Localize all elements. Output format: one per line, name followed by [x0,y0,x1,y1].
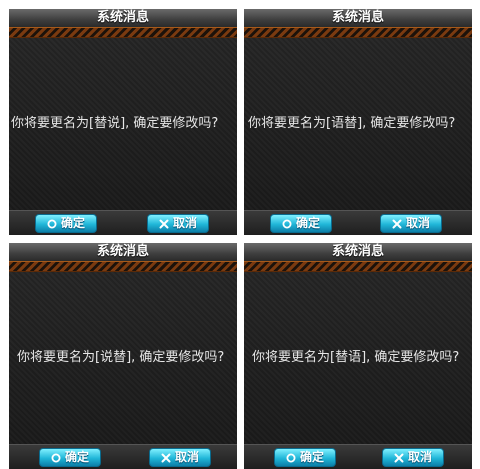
cross-icon [394,453,404,463]
dialog-body: 你将要更名为[替语], 确定要修改吗? [244,272,472,448]
cross-icon [159,219,169,229]
rename-message: 你将要更名为[说替], 确定要修改吗? [17,350,225,365]
circle-icon [286,453,296,463]
dialog-footer: 确定 取消 [244,210,472,235]
circle-icon [51,453,61,463]
cancel-label: 取消 [174,450,199,464]
title-divider-stripe [244,27,472,38]
cancel-button[interactable]: 取消 [149,448,211,467]
dialog-footer: 确定 取消 [244,444,472,469]
confirm-label: 确定 [295,216,320,230]
dialog-body: 你将要更名为[替说], 确定要修改吗? [9,38,237,214]
dialog-footer: 确定 取消 [9,210,237,235]
dialog-footer: 确定 取消 [9,444,237,469]
cancel-label: 取消 [407,450,432,464]
dialog-title: 系统消息 [244,243,472,261]
confirm-button[interactable]: 确定 [35,214,97,233]
cancel-button[interactable]: 取消 [380,214,442,233]
confirm-button[interactable]: 确定 [274,448,336,467]
confirm-label: 确定 [64,450,89,464]
confirm-button[interactable]: 确定 [270,214,332,233]
title-divider-stripe [9,27,237,38]
circle-icon [282,219,292,229]
dialog-body: 你将要更名为[说替], 确定要修改吗? [9,272,237,448]
system-message-dialog-1: 系统消息 你将要更名为[替说], 确定要修改吗? 确定 取消 [9,9,237,235]
cross-icon [161,453,171,463]
cancel-label: 取消 [172,216,197,230]
system-message-dialog-3: 系统消息 你将要更名为[说替], 确定要修改吗? 确定 取消 [9,243,237,469]
title-divider-stripe [244,261,472,272]
system-message-dialog-2: 系统消息 你将要更名为[语替], 确定要修改吗? 确定 取消 [244,9,472,235]
cross-icon [392,219,402,229]
dialog-body: 你将要更名为[语替], 确定要修改吗? [244,38,472,214]
confirm-label: 确定 [299,450,324,464]
cancel-label: 取消 [405,216,430,230]
circle-icon [47,219,57,229]
cancel-button[interactable]: 取消 [382,448,444,467]
dialog-title: 系统消息 [9,243,237,261]
confirm-button[interactable]: 确定 [39,448,101,467]
title-divider-stripe [9,261,237,272]
rename-message: 你将要更名为[语替], 确定要修改吗? [248,116,456,131]
system-message-dialog-4: 系统消息 你将要更名为[替语], 确定要修改吗? 确定 取消 [244,243,472,469]
rename-message: 你将要更名为[替说], 确定要修改吗? [11,116,219,131]
dialog-title: 系统消息 [244,9,472,27]
rename-message: 你将要更名为[替语], 确定要修改吗? [252,350,460,365]
cancel-button[interactable]: 取消 [147,214,209,233]
dialog-title: 系统消息 [9,9,237,27]
confirm-label: 确定 [60,216,85,230]
